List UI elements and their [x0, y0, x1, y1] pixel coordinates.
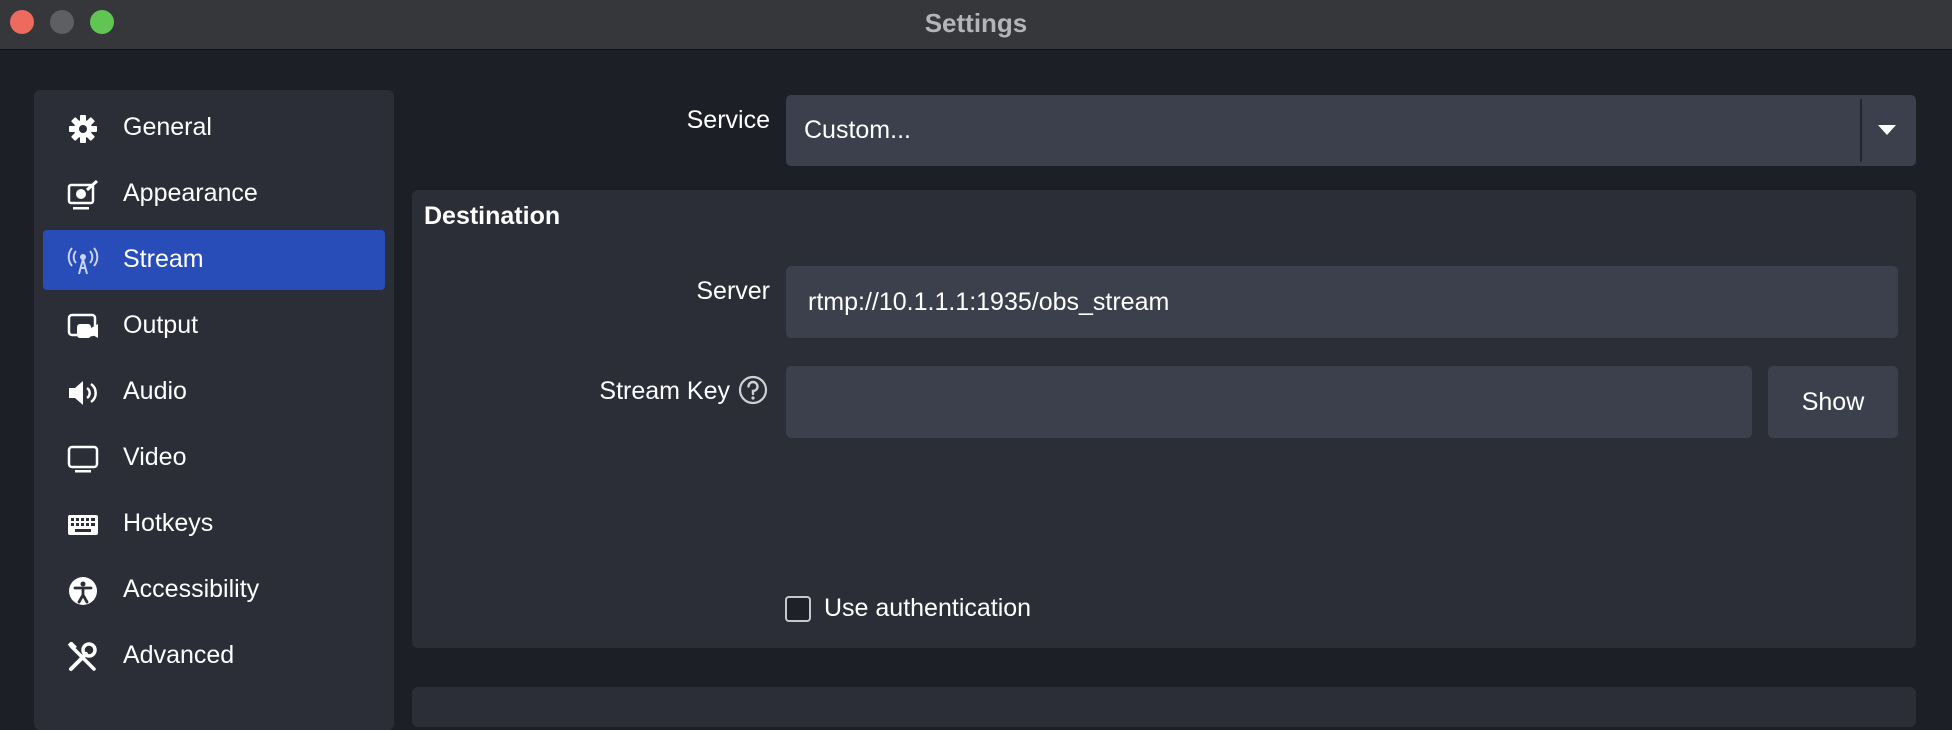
sidebar-item-label: Video	[123, 443, 187, 471]
use-authentication-label[interactable]: Use authentication	[824, 594, 1031, 623]
sidebar-item-accessibility[interactable]: Accessibility	[43, 560, 385, 620]
sidebar-item-label: Accessibility	[123, 575, 260, 603]
output-icon	[67, 312, 99, 342]
sidebar-item-general[interactable]: General	[43, 98, 385, 158]
accessibility-icon	[67, 576, 99, 606]
speaker-icon	[67, 378, 99, 408]
stream-key-input[interactable]	[786, 366, 1752, 438]
keyboard-icon	[67, 510, 99, 540]
sidebar-item-label: Advanced	[123, 641, 235, 669]
service-selected-value: Custom...	[804, 116, 911, 144]
antenna-icon	[67, 246, 99, 276]
server-label: Server	[696, 277, 770, 305]
monitor-icon	[67, 444, 99, 474]
sidebar-item-label: Hotkeys	[123, 509, 214, 537]
appearance-icon	[67, 180, 99, 210]
sidebar-item-appearance[interactable]: Appearance	[43, 164, 385, 224]
tools-icon	[67, 642, 99, 672]
next-settings-group	[412, 687, 1916, 727]
gear-icon	[67, 114, 99, 144]
help-icon[interactable]	[738, 375, 768, 405]
sidebar-item-output[interactable]: Output	[43, 296, 385, 356]
sidebar-item-label: General	[123, 113, 212, 141]
chevron-down-icon[interactable]	[1878, 125, 1896, 135]
use-authentication-checkbox[interactable]	[785, 596, 811, 622]
service-select[interactable]: Custom...	[786, 95, 1916, 166]
settings-sidebar: General Appearance Stream Output Audio V…	[34, 90, 394, 730]
sidebar-item-label: Audio	[123, 377, 187, 405]
select-divider	[1860, 99, 1862, 162]
server-input[interactable]	[786, 266, 1898, 338]
sidebar-item-label: Output	[123, 311, 199, 339]
sidebar-item-stream[interactable]: Stream	[43, 230, 385, 290]
destination-title: Destination	[424, 202, 561, 230]
sidebar-item-video[interactable]: Video	[43, 428, 385, 488]
window-title: Settings	[924, 8, 1028, 38]
stream-key-label: Stream Key	[599, 377, 730, 405]
service-label: Service	[686, 106, 770, 134]
title-bar: Settings	[0, 0, 1952, 50]
sidebar-item-advanced[interactable]: Advanced	[43, 626, 385, 686]
sidebar-item-label: Appearance	[123, 179, 258, 207]
sidebar-item-hotkeys[interactable]: Hotkeys	[43, 494, 385, 554]
sidebar-item-audio[interactable]: Audio	[43, 362, 385, 422]
sidebar-item-label: Stream	[123, 245, 204, 273]
show-key-button[interactable]: Show	[1768, 366, 1898, 438]
